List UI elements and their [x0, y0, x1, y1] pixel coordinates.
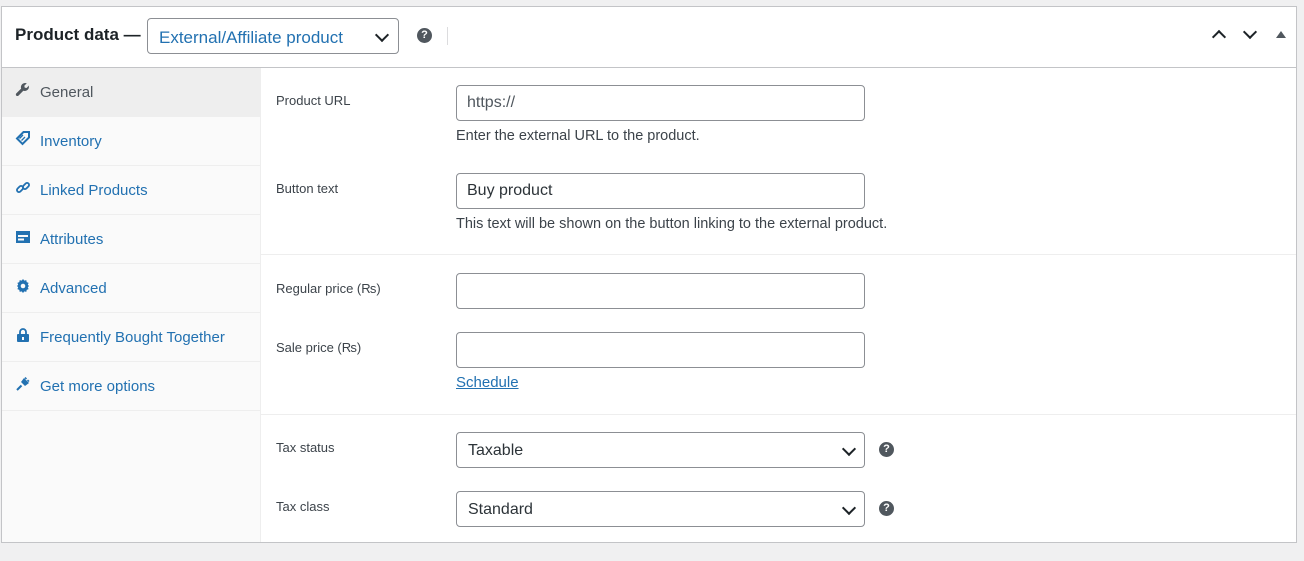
move-up-button[interactable] [1209, 27, 1229, 45]
tab-general[interactable]: General [2, 68, 261, 117]
button-text-label: Button text [276, 181, 339, 196]
move-down-button[interactable] [1240, 24, 1260, 45]
tab-label: General [40, 84, 94, 101]
regular-price-input[interactable] [456, 273, 865, 309]
tax-status-value: Taxable [468, 442, 524, 459]
gear-icon [15, 278, 31, 294]
tab-frequently-bought-together[interactable]: Frequently Bought Together [2, 313, 261, 362]
chevron-down-icon [1242, 24, 1258, 40]
help-icon[interactable]: ? [417, 28, 432, 43]
help-icon[interactable]: ? [879, 501, 894, 516]
tax-class-label: Tax class [276, 499, 330, 514]
product-data-panel: Product data — External/Affiliate produc… [1, 6, 1297, 543]
tab-label: Attributes [40, 231, 104, 248]
product-url-label: Product URL [276, 93, 351, 108]
divider [447, 27, 448, 45]
product-url-input[interactable] [456, 85, 865, 121]
general-options-panel: Product URL Enter the external URL to th… [261, 68, 1296, 542]
tax-class-select[interactable]: Standard [456, 491, 865, 527]
tab-attributes[interactable]: Attributes [2, 215, 261, 264]
tab-label: Linked Products [40, 182, 148, 199]
table-icon [15, 229, 31, 245]
sale-price-label: Sale price (₨) [276, 340, 362, 355]
chevron-down-icon [841, 441, 857, 457]
regular-price-label: Regular price (₨) [276, 281, 381, 296]
panel-header: Product data — External/Affiliate produc… [2, 7, 1296, 68]
tab-inventory[interactable]: Inventory [2, 117, 261, 166]
tab-label: Frequently Bought Together [40, 329, 225, 346]
button-text-description: This text will be shown on the button li… [456, 216, 888, 232]
chevron-down-icon [374, 27, 390, 43]
lock-bag-icon [15, 327, 31, 343]
tab-label: Advanced [40, 280, 107, 297]
link-icon [15, 180, 31, 196]
chevron-down-icon [841, 500, 857, 516]
tab-get-more-options[interactable]: Get more options [2, 362, 261, 411]
schedule-link[interactable]: Schedule [456, 374, 519, 391]
tax-class-value: Standard [468, 501, 533, 518]
tab-linked-products[interactable]: Linked Products [2, 166, 261, 215]
button-text-input[interactable] [456, 173, 865, 209]
wrench-icon [15, 82, 31, 98]
product-data-tabs: General Inventory Linked Products Attrib… [2, 68, 261, 542]
help-icon[interactable]: ? [879, 442, 894, 457]
collapse-toggle-icon[interactable] [1276, 31, 1286, 38]
tax-status-label: Tax status [276, 440, 335, 455]
panel-title: Product data — [15, 25, 141, 44]
product-type-select[interactable]: External/Affiliate product [147, 18, 399, 54]
tag-icon [15, 131, 31, 147]
tab-label: Inventory [40, 133, 102, 150]
tab-label: Get more options [40, 378, 156, 395]
tax-status-select[interactable]: Taxable [456, 432, 865, 468]
product-url-description: Enter the external URL to the product. [456, 128, 700, 144]
plugin-icon [15, 376, 31, 392]
sale-price-input[interactable] [456, 332, 865, 368]
product-type-value: External/Affiliate product [159, 28, 343, 47]
divider [261, 414, 1296, 415]
tab-advanced[interactable]: Advanced [2, 264, 261, 313]
chevron-up-icon [1211, 29, 1227, 45]
divider [261, 254, 1296, 255]
